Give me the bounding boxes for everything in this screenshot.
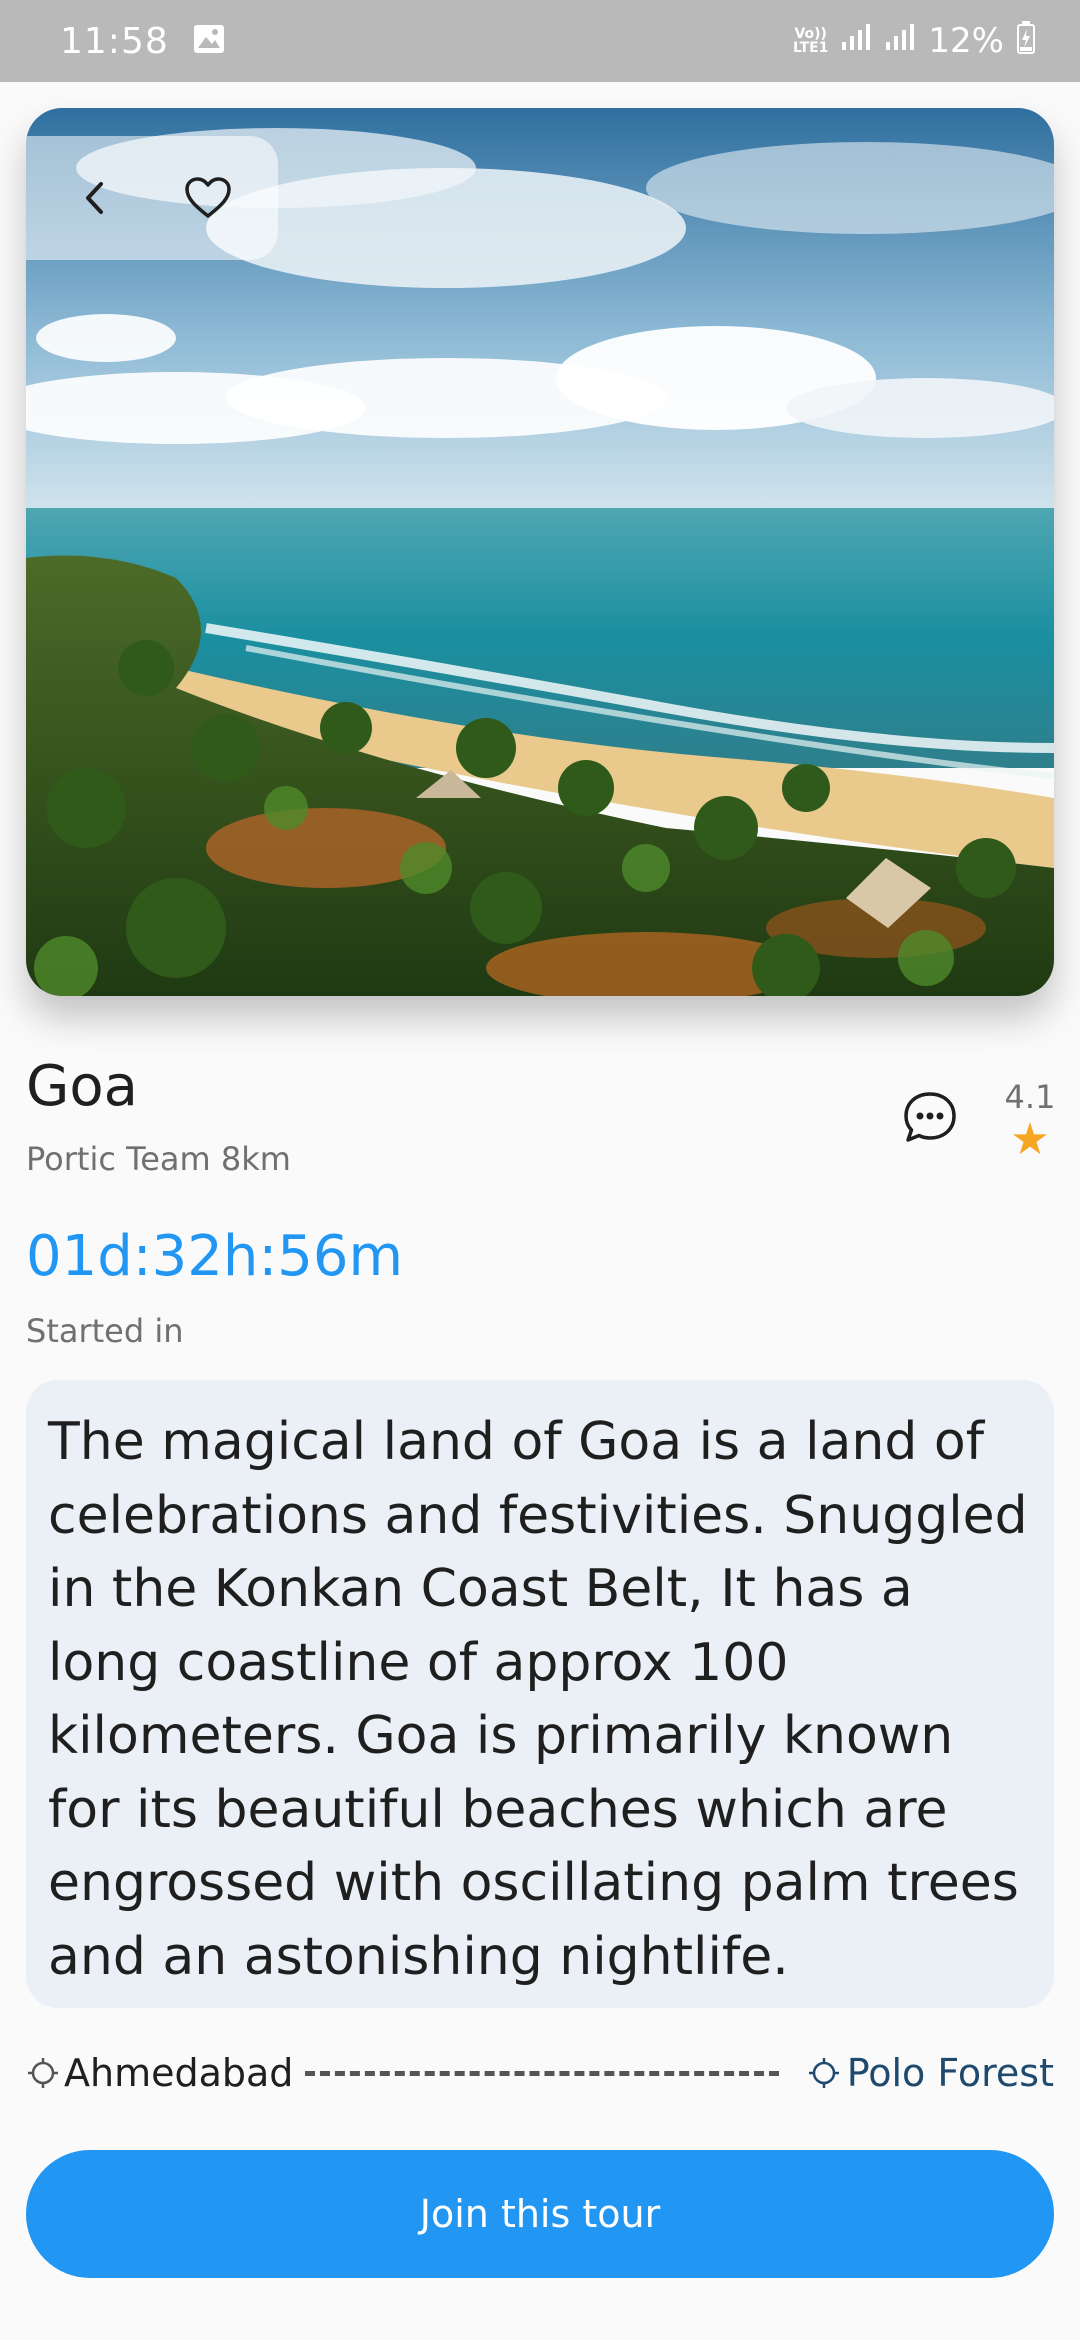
rating: 4.1 ★	[1000, 1078, 1060, 1162]
signal-icon	[884, 21, 916, 61]
route-origin: Ahmedabad	[64, 2051, 294, 2095]
location-target-icon	[28, 2058, 58, 2088]
route-row: Ahmedabad Polo Forest	[26, 2048, 1054, 2098]
route-dashed-line	[305, 2070, 779, 2076]
network-type: Vo)) LTE1	[792, 26, 829, 56]
favorite-button[interactable]	[176, 166, 240, 230]
rating-value: 4.1	[1004, 1078, 1056, 1116]
countdown-timer: 01d:32h:56m	[26, 1224, 404, 1289]
status-time: 11:58	[60, 20, 169, 62]
join-tour-button[interactable]: Join this tour	[26, 2150, 1054, 2278]
chat-bubble-icon	[904, 1092, 956, 1142]
image-icon	[193, 24, 225, 58]
hero-image	[26, 108, 1054, 996]
location-target-icon	[808, 2058, 839, 2088]
battery-charging-icon	[1016, 20, 1036, 63]
chat-button[interactable]	[900, 1088, 960, 1148]
status-left: 11:58	[60, 21, 225, 62]
star-icon: ★	[1010, 1114, 1050, 1165]
signal-icon	[840, 21, 872, 61]
countdown-label: Started in	[26, 1312, 184, 1350]
hero-controls	[26, 136, 278, 260]
place-subtitle: Portic Team 8km	[26, 1140, 291, 1178]
description-card: The magical land of Goa is a land of cel…	[26, 1380, 1054, 2008]
status-right: Vo)) LTE1 12%	[793, 20, 1036, 63]
route-destination: Polo Forest	[846, 2051, 1054, 2095]
back-button[interactable]	[64, 166, 128, 230]
heart-outline-icon	[185, 177, 231, 218]
chevron-left-icon	[86, 182, 103, 214]
status-bar: 11:58 Vo)) LTE1 12%	[0, 0, 1080, 82]
battery-percent: 12%	[928, 21, 1004, 61]
description-text: The magical land of Goa is a land of cel…	[48, 1412, 1028, 1987]
place-title: Goa	[26, 1054, 138, 1119]
